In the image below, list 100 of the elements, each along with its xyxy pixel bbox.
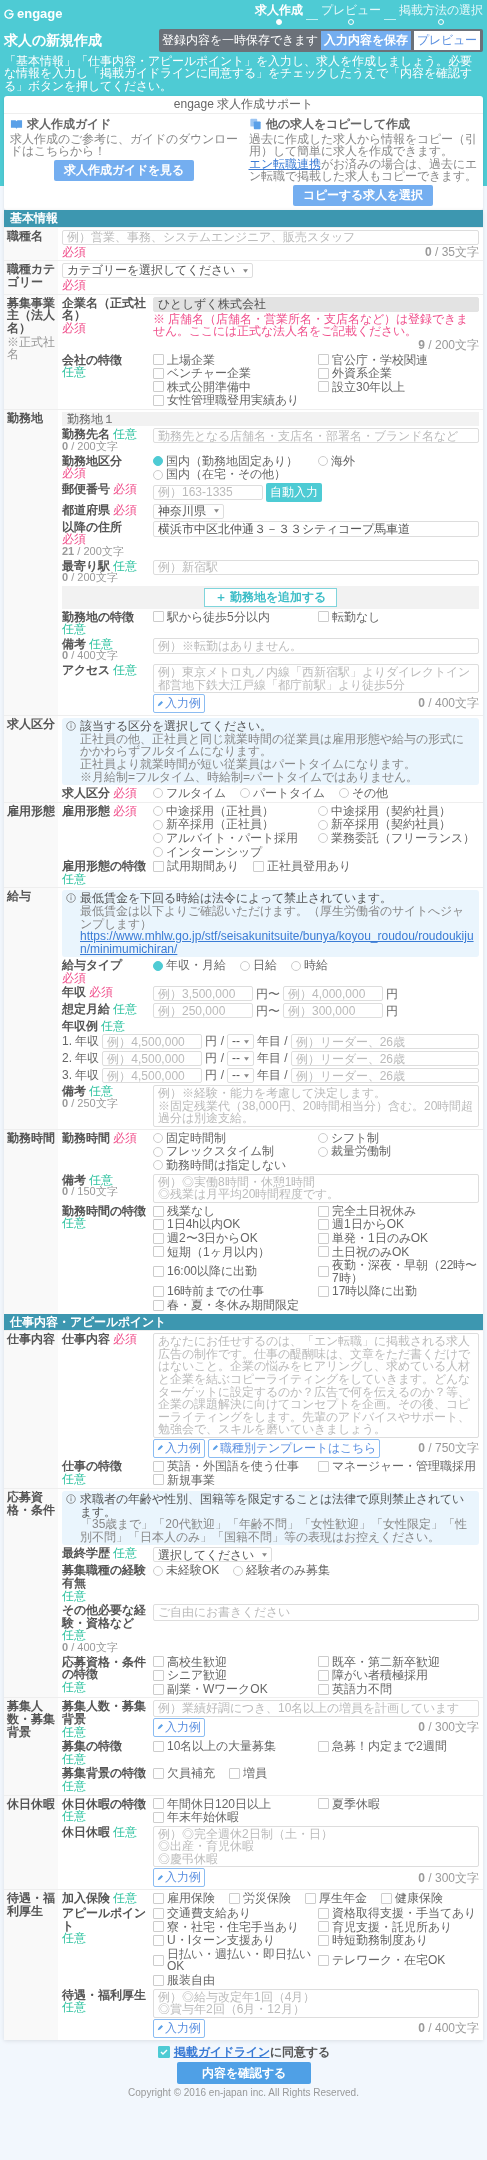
- radio-button[interactable]: [153, 846, 163, 857]
- checkbox[interactable]: [318, 1669, 329, 1681]
- checkbox[interactable]: [153, 1768, 164, 1780]
- link[interactable]: 掲載ガイドライン: [173, 2044, 270, 2059]
- radio-button[interactable]: [153, 1160, 163, 1171]
- checkbox[interactable]: [153, 1907, 164, 1919]
- checkbox[interactable]: [153, 860, 164, 872]
- radio-button[interactable]: [339, 788, 349, 799]
- checkbox[interactable]: [318, 1656, 329, 1668]
- checkbox[interactable]: [381, 1893, 392, 1905]
- text-area[interactable]: 例）◎完全週休2日制（土・日） ◎出産・育児休暇 ◎慶弔休暇: [153, 1825, 479, 1868]
- radio-button[interactable]: [153, 819, 163, 830]
- text-area[interactable]: 横浜市中区北仲通３－３３シティコープ馬車道: [153, 520, 479, 538]
- checkbox[interactable]: [318, 611, 329, 623]
- checkbox[interactable]: [318, 1205, 329, 1217]
- radio-button[interactable]: [153, 788, 163, 799]
- checkbox[interactable]: [229, 1893, 240, 1905]
- example-button[interactable]: 入力例: [153, 1868, 205, 1888]
- checkbox[interactable]: [153, 1656, 164, 1668]
- checkbox[interactable]: [153, 1299, 164, 1311]
- checkbox[interactable]: [318, 1740, 329, 1752]
- checkbox[interactable]: [153, 1740, 164, 1752]
- select-field[interactable]: --: [227, 1034, 254, 1050]
- example-button[interactable]: 入力例: [153, 694, 205, 714]
- save-button[interactable]: 入力内容を保存: [321, 30, 411, 50]
- radio-button[interactable]: [153, 1565, 163, 1576]
- text-area[interactable]: 例）※転勤はありません。: [153, 637, 479, 655]
- text-field[interactable]: 例）4,500,000: [102, 1034, 203, 1050]
- text-area[interactable]: 例）◎実働8時間・休憩1時間 ◎残業は月平均20時間程度です。: [153, 1173, 479, 1203]
- radio-button[interactable]: [153, 806, 163, 817]
- radio-button[interactable]: [153, 1146, 163, 1157]
- radio-button[interactable]: [318, 833, 328, 844]
- checkbox[interactable]: [318, 1219, 329, 1231]
- checkbox[interactable]: [153, 1246, 164, 1258]
- text-field[interactable]: 例）リーダー、26歳: [290, 1051, 479, 1067]
- checkbox[interactable]: [253, 860, 264, 872]
- checkbox[interactable]: [153, 354, 164, 366]
- auto-fill-button[interactable]: 自動入力: [266, 482, 322, 502]
- text-field[interactable]: 例）250,000: [153, 1003, 253, 1019]
- checkbox[interactable]: [318, 1683, 329, 1695]
- checkbox[interactable]: [318, 354, 329, 366]
- checkbox[interactable]: [153, 1893, 164, 1905]
- checkbox[interactable]: [153, 1266, 164, 1278]
- select-field[interactable]: --: [227, 1051, 254, 1067]
- checkbox[interactable]: [153, 1219, 164, 1231]
- checkbox[interactable]: [318, 1798, 329, 1810]
- radio-button[interactable]: [153, 455, 163, 466]
- text-field[interactable]: 例）300,000: [283, 1003, 383, 1019]
- checkbox[interactable]: [153, 1798, 164, 1810]
- checkbox[interactable]: [318, 1921, 329, 1933]
- radio-button[interactable]: [153, 469, 163, 480]
- preview-button[interactable]: プレビュー: [414, 30, 480, 50]
- text-field[interactable]: 例）リーダー、26歳: [290, 1068, 479, 1084]
- example-button[interactable]: 入力例: [153, 2018, 205, 2038]
- checkbox[interactable]: [153, 367, 164, 379]
- checkbox[interactable]: [153, 1935, 164, 1947]
- checkbox[interactable]: [318, 367, 329, 379]
- radio-button[interactable]: [318, 806, 328, 817]
- text-field[interactable]: 例）4,500,000: [102, 1068, 203, 1084]
- select-field[interactable]: カテゴリーを選択してください: [62, 263, 253, 279]
- checkbox[interactable]: [157, 2046, 170, 2059]
- checkbox[interactable]: [153, 1954, 164, 1966]
- confirm-button[interactable]: 内容を確認する: [176, 2062, 311, 2085]
- checkbox[interactable]: [153, 1205, 164, 1217]
- checkbox[interactable]: [153, 1683, 164, 1695]
- text-area[interactable]: ご自由にお書きください: [153, 1604, 479, 1621]
- text-field[interactable]: 例）4,500,000: [102, 1051, 203, 1067]
- select-field[interactable]: --: [227, 1068, 254, 1084]
- link[interactable]: https://www.mhlw.go.jp/stf/seisakunitsuite/bunya/koyou_roudou/roudoukijun/minimumichiran/: [80, 930, 475, 956]
- checkbox[interactable]: [318, 1246, 329, 1258]
- add-location-button[interactable]: ＋ 勤務地を追加する: [203, 587, 338, 607]
- radio-button[interactable]: [318, 1146, 328, 1157]
- checkbox[interactable]: [153, 611, 164, 623]
- checkbox[interactable]: [153, 395, 164, 407]
- checkbox[interactable]: [318, 1232, 329, 1244]
- radio-button[interactable]: [240, 960, 250, 971]
- radio-button[interactable]: [318, 455, 328, 466]
- example-button[interactable]: 入力例: [153, 1438, 205, 1458]
- checkbox[interactable]: [318, 1935, 329, 1947]
- checkbox[interactable]: [318, 1954, 329, 1966]
- support-button[interactable]: コピーする求人を選択: [292, 184, 433, 206]
- select-field[interactable]: 神奈川県: [153, 503, 224, 519]
- text-field[interactable]: 勤務先となる店舗名・支店名・部署名・ブランド名など: [153, 428, 479, 444]
- checkbox[interactable]: [153, 1974, 164, 1986]
- radio-button[interactable]: [240, 788, 250, 799]
- checkbox[interactable]: [153, 1669, 164, 1681]
- radio-button[interactable]: [153, 1133, 163, 1144]
- radio-button[interactable]: [153, 960, 163, 971]
- text-field[interactable]: 例）4,000,000: [283, 986, 383, 1002]
- checkbox[interactable]: [318, 1460, 329, 1472]
- radio-button[interactable]: [153, 833, 163, 844]
- checkbox[interactable]: [153, 1474, 164, 1486]
- checkbox[interactable]: [305, 1893, 316, 1905]
- checkbox[interactable]: [153, 1232, 164, 1244]
- checkbox[interactable]: [229, 1768, 240, 1780]
- checkbox[interactable]: [318, 1286, 329, 1298]
- select-field[interactable]: 選択してください: [153, 1547, 272, 1563]
- example-button[interactable]: 入力例: [153, 1717, 205, 1737]
- logo[interactable]: engage: [4, 7, 63, 22]
- radio-button[interactable]: [318, 819, 328, 830]
